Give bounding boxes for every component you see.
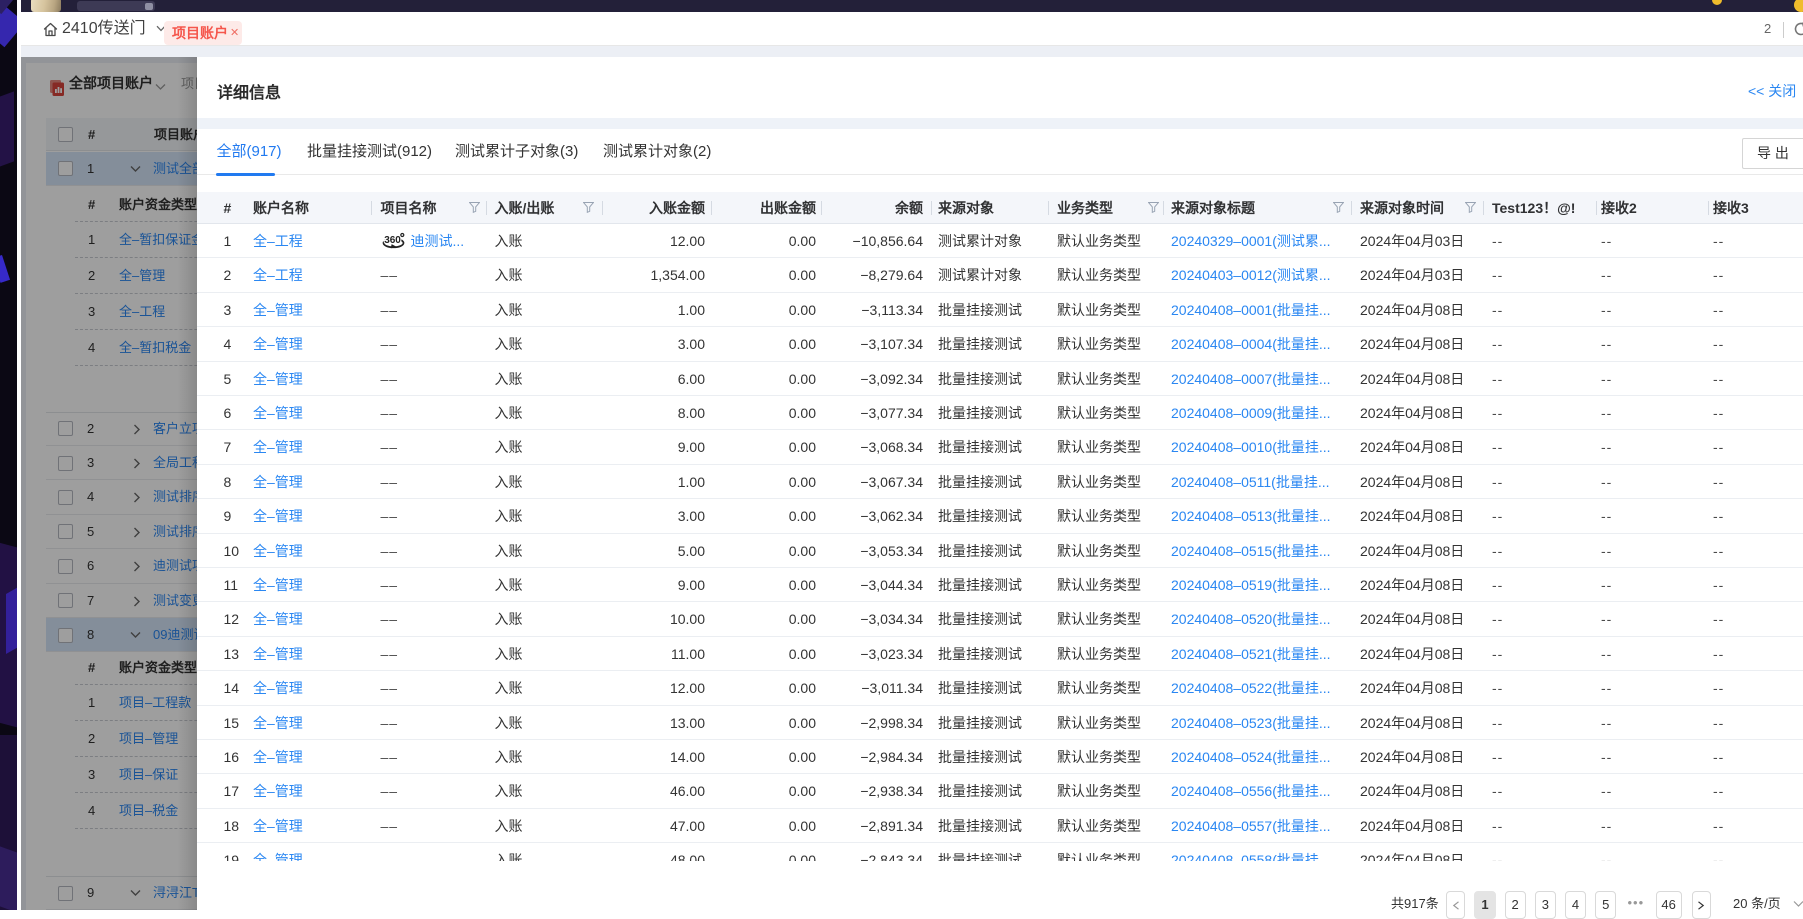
svg-text:360: 360 [384, 235, 401, 246]
